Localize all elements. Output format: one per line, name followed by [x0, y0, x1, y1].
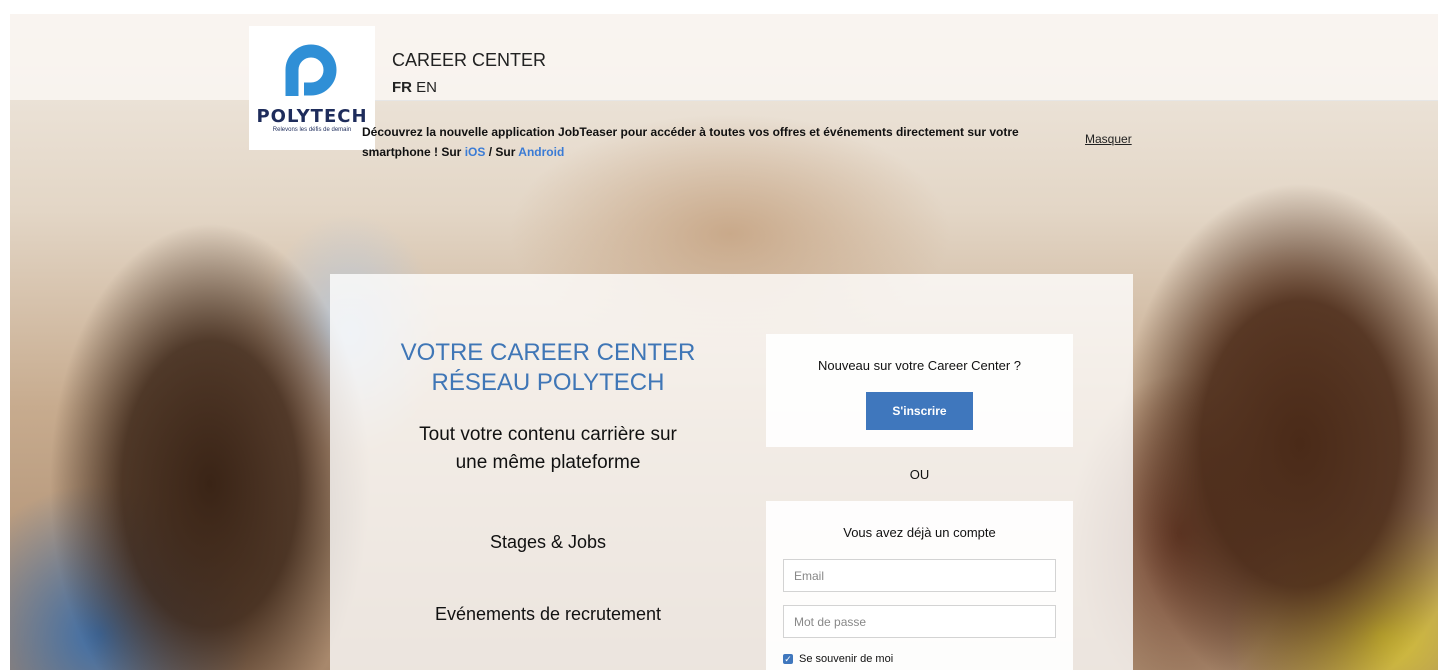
logo-tagline: Relevons les défis de demain	[272, 127, 352, 133]
remember-me[interactable]: ✓ Se souvenir de moi	[783, 653, 893, 665]
signup-box: Nouveau sur votre Career Center ? S'insc…	[766, 334, 1073, 447]
pitch-subtitle-line1: Tout votre contenu carrière sur	[419, 424, 677, 445]
hide-banner-link[interactable]: Masquer	[1085, 132, 1132, 146]
header-divider	[374, 100, 1438, 101]
pitch-title-line2: RÉSEAU POLYTECH	[431, 369, 665, 396]
remember-checkbox[interactable]: ✓	[783, 654, 793, 664]
polytech-logo-icon	[285, 44, 337, 96]
polytech-logo[interactable]: POLYTECH Relevons les défis de demain	[249, 26, 375, 150]
pitch-subtitle: Tout votre contenu carrière sur une même…	[330, 421, 766, 477]
pitch-section: VOTRE CAREER CENTER RÉSEAU POLYTECH Tout…	[330, 274, 766, 670]
header-bar	[10, 14, 1438, 100]
banner-text: Découvrez la nouvelle application JobTea…	[362, 125, 1019, 159]
login-box: Vous avez déjà un compte ✓ Se souvenir d…	[766, 501, 1073, 670]
remember-label: Se souvenir de moi	[799, 653, 894, 665]
login-question: Vous avez déjà un compte	[843, 525, 996, 540]
lang-en-link[interactable]: EN	[416, 79, 437, 96]
feature-events: Evénements de recrutement	[434, 604, 662, 624]
password-input[interactable]	[783, 605, 1056, 638]
pitch-title-line1: VOTRE CAREER CENTER	[400, 339, 696, 366]
pitch-title: VOTRE CAREER CENTER RÉSEAU POLYTECH	[330, 338, 766, 398]
app-promo-banner: Découvrez la nouvelle application JobTea…	[362, 122, 1052, 162]
language-switcher: FR EN	[392, 79, 437, 96]
lang-fr-link[interactable]: FR	[392, 79, 412, 96]
android-link[interactable]: Android	[518, 145, 564, 159]
logo-brand-text: POLYTECH	[256, 106, 368, 127]
signup-question: Nouveau sur votre Career Center ?	[817, 358, 1022, 373]
feature-stages-jobs: Stages & Jobs	[489, 532, 607, 552]
pitch-subtitle-line2: une même plateforme	[455, 452, 641, 473]
ios-link[interactable]: iOS	[465, 145, 486, 159]
or-divider: OU	[909, 467, 930, 482]
site-title: CAREER CENTER	[392, 50, 547, 70]
signup-button[interactable]: S'inscrire	[866, 392, 973, 430]
banner-separator: / Sur	[488, 145, 516, 159]
email-input[interactable]	[783, 559, 1056, 592]
